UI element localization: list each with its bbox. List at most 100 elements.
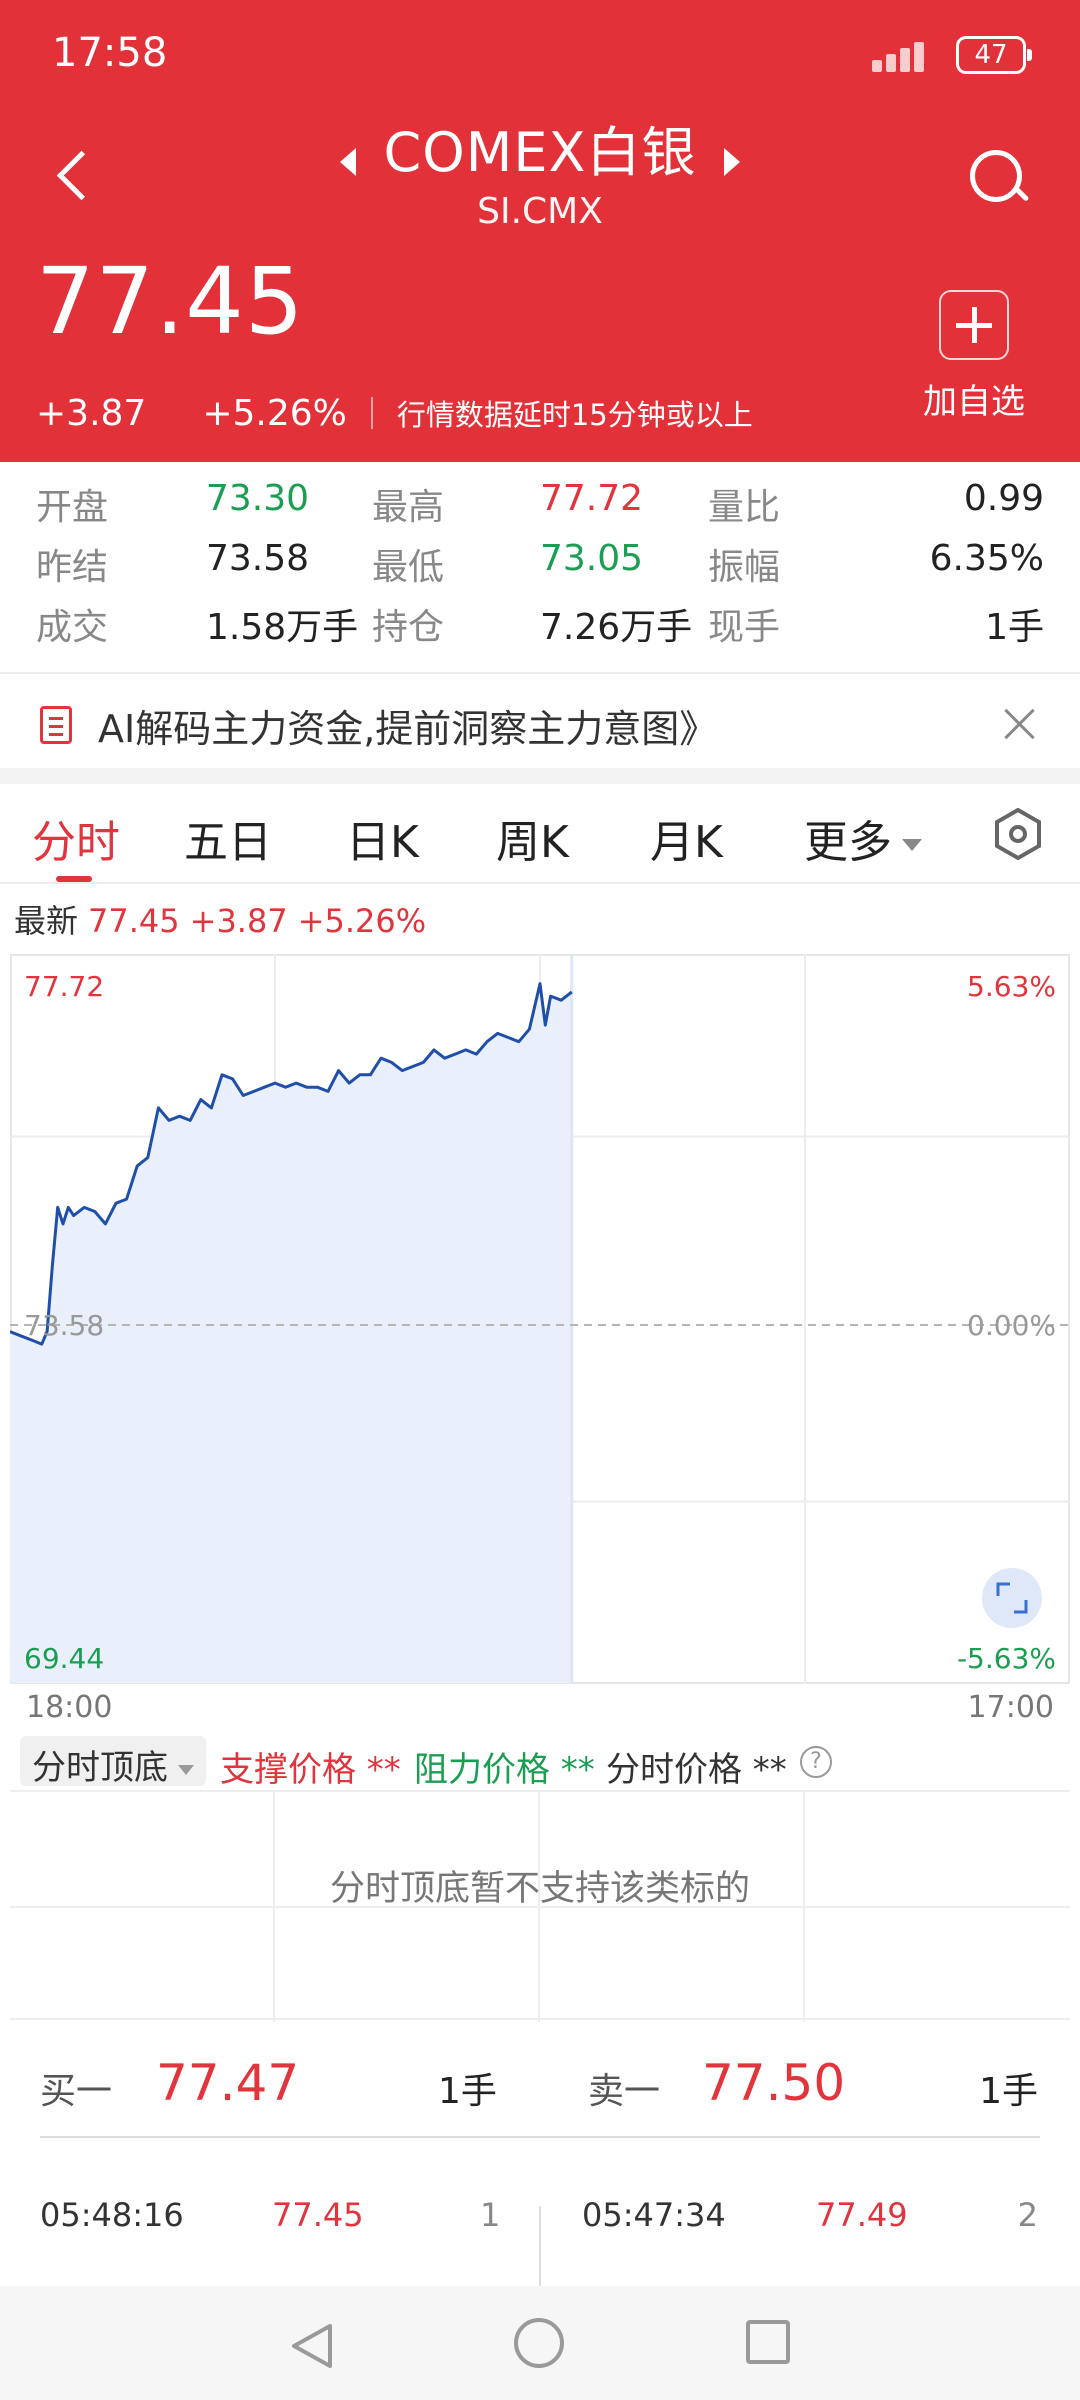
tab-intraday[interactable]: 分时: [32, 806, 120, 870]
delay-note: 行情数据延时15分钟或以上: [396, 398, 753, 432]
trade-price: 77.45: [272, 2196, 364, 2234]
expand-icon[interactable]: [982, 1568, 1042, 1628]
plus-icon: [939, 290, 1009, 360]
system-nav-bar: [0, 2286, 1080, 2400]
chevron-down-icon: [902, 839, 922, 851]
y-tick-label: 69.44: [24, 1642, 104, 1675]
y-tick-label: 73.58: [24, 1309, 104, 1342]
y-tick-label: 0.00%: [967, 1309, 1056, 1342]
stat-row: 成交 1.58万手 持仓 7.26万手 现手 1手: [0, 590, 1080, 650]
divider: [0, 768, 1080, 784]
tab-indicator: [56, 876, 92, 882]
latest-quote: 最新 77.45 +3.87 +5.26%: [14, 896, 426, 942]
battery-icon: 47: [956, 36, 1032, 74]
status-icons: 47: [872, 36, 1032, 74]
page-subtitle: SI.CMX: [477, 191, 603, 232]
settings-button[interactable]: [994, 808, 1042, 860]
trade-qty: 2: [1017, 2196, 1038, 2234]
bid-label: 买一: [40, 2071, 113, 2112]
stat-value: 73.58: [206, 538, 310, 579]
title-box: COMEX白银 SI.CMX: [0, 108, 1080, 232]
tab-daily-k[interactable]: 日K: [346, 806, 419, 870]
ask-label: 卖一: [588, 2071, 661, 2112]
ai-banner[interactable]: AI解码主力资金,提前洞察主力意图》: [0, 674, 1080, 774]
divider: [40, 2136, 1040, 2138]
bid-price: 77.47: [156, 2054, 300, 2112]
bid-qty: 1手: [438, 2071, 497, 2112]
intraday-price-label: 分时价格 **: [606, 1750, 787, 1790]
change-row: +3.87 +5.26% 行情数据延时15分钟或以上: [36, 392, 753, 434]
indicator-message: 分时顶底暂不支持该类标的: [329, 1869, 750, 1909]
latest-pct: +5.26%: [297, 902, 427, 940]
stat-label: 持仓: [372, 607, 445, 648]
stat-value: 0.99: [963, 478, 1044, 519]
nav-recents-icon[interactable]: [746, 2320, 790, 2364]
current-price: 77.45: [36, 248, 305, 355]
close-icon[interactable]: [1000, 704, 1040, 744]
tab-monthly-k[interactable]: 月K: [650, 806, 723, 870]
trade-qty: 1: [480, 2196, 501, 2234]
help-icon[interactable]: ?: [800, 1746, 832, 1778]
chevron-down-icon: [178, 1764, 194, 1775]
stat-value: 6.35%: [929, 538, 1044, 579]
status-time: 17:58: [52, 30, 168, 76]
chart-tabs: 分时 五日 日K 周K 月K 更多: [0, 784, 1080, 884]
indicator-panel: 分时顶底暂不支持该类标的: [10, 1790, 1070, 2022]
stat-value: 1手: [985, 607, 1044, 648]
trade-time: 05:48:16: [40, 2196, 184, 2234]
tab-more[interactable]: 更多: [804, 806, 922, 870]
indicator-select[interactable]: 分时顶底: [20, 1736, 206, 1788]
y-tick-label: 5.63%: [967, 970, 1056, 1003]
stat-value: 73.30: [206, 478, 310, 519]
stat-label: 最高: [372, 487, 445, 528]
document-icon: [40, 706, 72, 744]
stat-label: 量比: [708, 487, 781, 528]
support-price-label: 支撑价格 **: [220, 1750, 401, 1790]
tab-five-day[interactable]: 五日: [184, 806, 272, 870]
x-tick-label: 18:00: [26, 1690, 113, 1725]
latest-label: 最新: [14, 902, 79, 940]
header: 17:58 47 COMEX白银 SI.CMX 77.45 +3.87 +5.2…: [0, 0, 1080, 462]
intraday-chart[interactable]: 77.72 73.58 69.44 5.63% 0.00% -5.63%: [10, 954, 1070, 1684]
indicator-select-label: 分时顶底: [32, 1748, 168, 1788]
tab-weekly-k[interactable]: 周K: [496, 806, 569, 870]
ask-qty: 1手: [979, 2071, 1038, 2112]
tab-more-label: 更多: [804, 817, 892, 868]
latest-price: 77.45: [88, 902, 180, 940]
stat-label: 成交: [36, 607, 109, 648]
chart-svg: 77.72 73.58 69.44 5.63% 0.00% -5.63%: [10, 954, 1070, 1684]
search-button[interactable]: [966, 146, 1030, 210]
stat-row: 开盘 73.30 最高 77.72 量比 0.99: [0, 470, 1080, 530]
stat-value: 7.26万手: [540, 607, 693, 648]
trade-price: 77.49: [816, 2196, 908, 2234]
search-icon: [970, 150, 1022, 202]
trade-time: 05:47:34: [582, 2196, 726, 2234]
stat-label: 现手: [708, 607, 781, 648]
nav-home-icon[interactable]: [514, 2318, 564, 2368]
settings-icon: [995, 808, 1041, 860]
latest-change: +3.87: [189, 902, 288, 940]
stat-label: 振幅: [708, 547, 781, 588]
nav-back-icon[interactable]: [290, 2322, 334, 2370]
x-tick-label: 17:00: [967, 1690, 1054, 1725]
stat-row: 昨结 73.58 最低 73.05 振幅 6.35%: [0, 530, 1080, 590]
stat-value: 77.72: [540, 478, 644, 519]
stat-value: 1.58万手: [206, 607, 359, 648]
price-change: +3.87: [36, 392, 147, 434]
price-change-pct: +5.26%: [202, 392, 347, 434]
add-favorite-label: 加自选: [923, 382, 1025, 422]
stat-label: 最低: [372, 547, 445, 588]
ask-price: 77.50: [702, 2054, 846, 2112]
divider: [370, 397, 373, 429]
ai-banner-text[interactable]: AI解码主力资金,提前洞察主力意图》: [98, 698, 717, 753]
stat-label: 昨结: [36, 547, 109, 588]
signal-icon: [872, 38, 942, 72]
y-tick-label: 77.72: [24, 970, 104, 1003]
y-tick-label: -5.63%: [957, 1642, 1056, 1675]
order-book: 买一 77.47 1手 卖一 77.50 1手: [0, 2040, 1080, 2140]
stat-value: 73.05: [540, 538, 644, 579]
stats-panel: 开盘 73.30 最高 77.72 量比 0.99 昨结 73.58 最低 73…: [0, 470, 1080, 650]
page-title: COMEX白银: [383, 121, 697, 184]
stat-label: 开盘: [36, 487, 109, 528]
add-favorite-button[interactable]: 加自选: [914, 290, 1034, 423]
